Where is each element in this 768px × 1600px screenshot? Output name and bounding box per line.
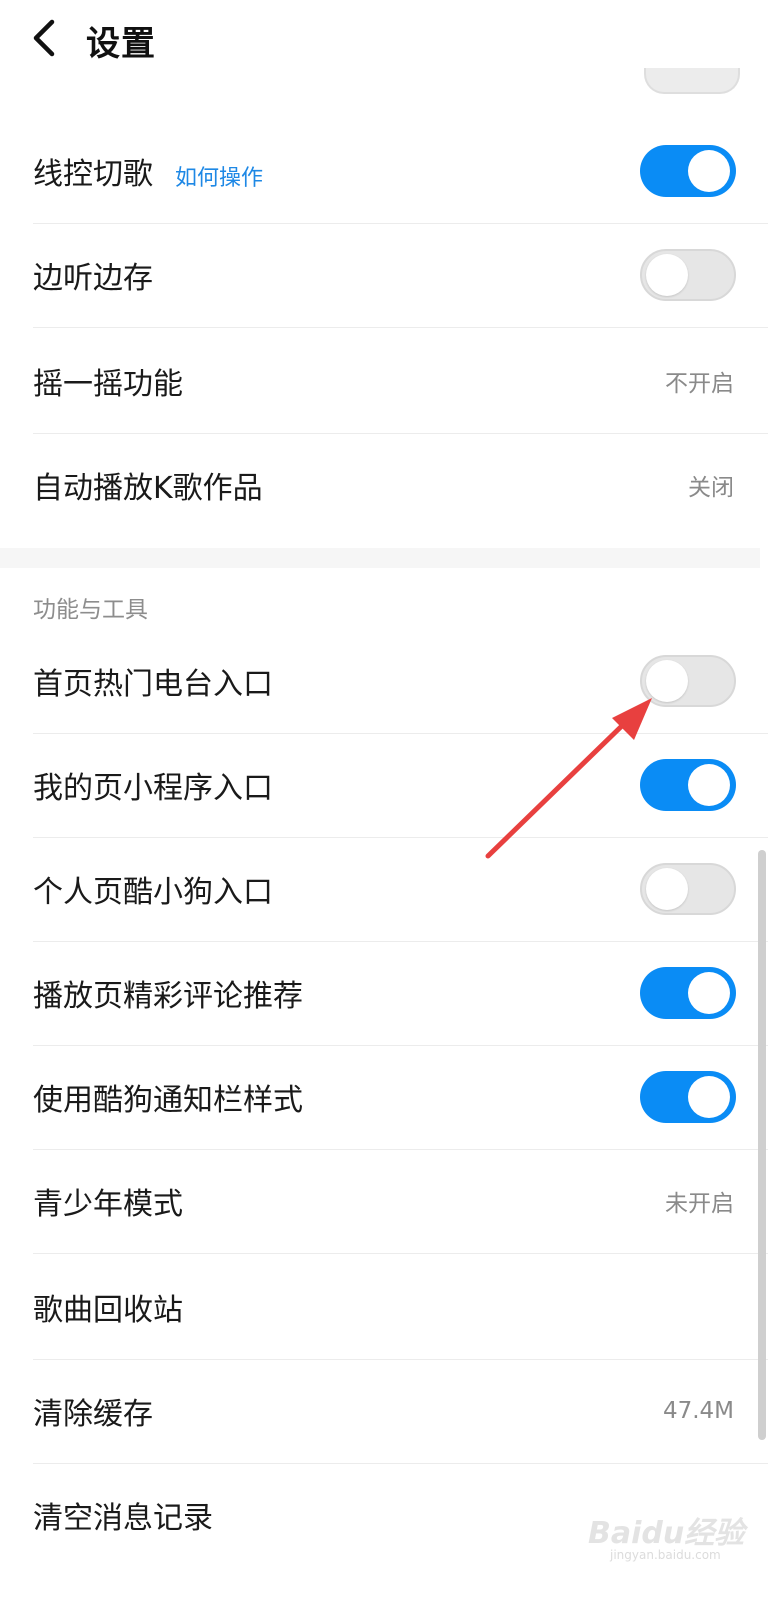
setting-label: 个人页酷小狗入口 xyxy=(33,875,273,910)
setting-row-wire-control[interactable]: 线控切歌 如何操作 xyxy=(0,118,768,224)
scrollbar[interactable] xyxy=(758,850,766,1440)
listen-save-toggle[interactable] xyxy=(640,249,736,301)
setting-label: 摇一摇功能 xyxy=(33,367,183,402)
page-title: 设置 xyxy=(86,24,156,64)
miniprogram-entry-toggle[interactable] xyxy=(640,759,736,811)
setting-label: 播放页精彩评论推荐 xyxy=(33,979,303,1014)
toggle-knob xyxy=(688,1076,730,1118)
watermark-url: jingyan.baidu.com xyxy=(610,1548,721,1562)
chevron-left-icon xyxy=(33,19,55,57)
setting-label: 清空消息记录 xyxy=(33,1501,213,1536)
setting-label: 首页热门电台入口 xyxy=(33,667,273,702)
setting-row-clear-cache[interactable]: 清除缓存 47.4M xyxy=(0,1358,768,1464)
setting-row-comment-recommend[interactable]: 播放页精彩评论推荐 xyxy=(0,940,768,1046)
section-separator xyxy=(0,548,760,568)
setting-row-kuxiaogou-entry[interactable]: 个人页酷小狗入口 xyxy=(0,836,768,942)
setting-row-miniprogram-entry[interactable]: 我的页小程序入口 xyxy=(0,732,768,838)
setting-value: 不开启 xyxy=(665,371,734,397)
setting-value: 关闭 xyxy=(688,475,734,501)
toggle-knob xyxy=(646,660,688,702)
radio-entry-toggle[interactable] xyxy=(640,655,736,707)
back-button[interactable] xyxy=(24,18,64,58)
comment-recommend-toggle[interactable] xyxy=(640,967,736,1019)
toggle-knob xyxy=(646,254,688,296)
setting-label: 清除缓存 xyxy=(33,1397,153,1432)
setting-row-listen-save[interactable]: 边听边存 xyxy=(0,222,768,328)
watermark-logo: Baidu经验 xyxy=(588,1516,745,1551)
setting-label: 使用酷狗通知栏样式 xyxy=(33,1083,303,1118)
notification-style-toggle[interactable] xyxy=(640,1071,736,1123)
toggle-knob xyxy=(688,972,730,1014)
setting-label: 线控切歌 如何操作 xyxy=(33,157,264,192)
wire-control-toggle[interactable] xyxy=(640,145,736,197)
toggle-knob xyxy=(688,150,730,192)
toggle-knob xyxy=(688,764,730,806)
cache-size-value: 47.4M xyxy=(662,1398,734,1424)
toggle-knob xyxy=(646,868,688,910)
setting-label: 边听边存 xyxy=(33,261,153,296)
kuxiaogou-entry-toggle[interactable] xyxy=(640,863,736,915)
setting-row-shake[interactable]: 摇一摇功能 不开启 xyxy=(0,328,768,434)
section-title: 功能与工具 xyxy=(33,597,148,623)
setting-label: 歌曲回收站 xyxy=(33,1293,183,1328)
how-to-link[interactable]: 如何操作 xyxy=(175,166,263,191)
setting-row-teen-mode[interactable]: 青少年模式 未开启 xyxy=(0,1148,768,1254)
setting-label: 我的页小程序入口 xyxy=(33,771,273,806)
setting-label: 自动播放K歌作品 xyxy=(33,471,263,506)
setting-row-notification-style[interactable]: 使用酷狗通知栏样式 xyxy=(0,1044,768,1150)
setting-row-autoplay-k[interactable]: 自动播放K歌作品 关闭 xyxy=(0,432,768,538)
setting-row-radio-entry[interactable]: 首页热门电台入口 xyxy=(0,628,768,734)
setting-value: 未开启 xyxy=(665,1191,734,1217)
partial-toggle[interactable] xyxy=(644,68,740,94)
setting-row-recycle-bin[interactable]: 歌曲回收站 xyxy=(0,1254,768,1360)
setting-label: 青少年模式 xyxy=(33,1187,183,1222)
